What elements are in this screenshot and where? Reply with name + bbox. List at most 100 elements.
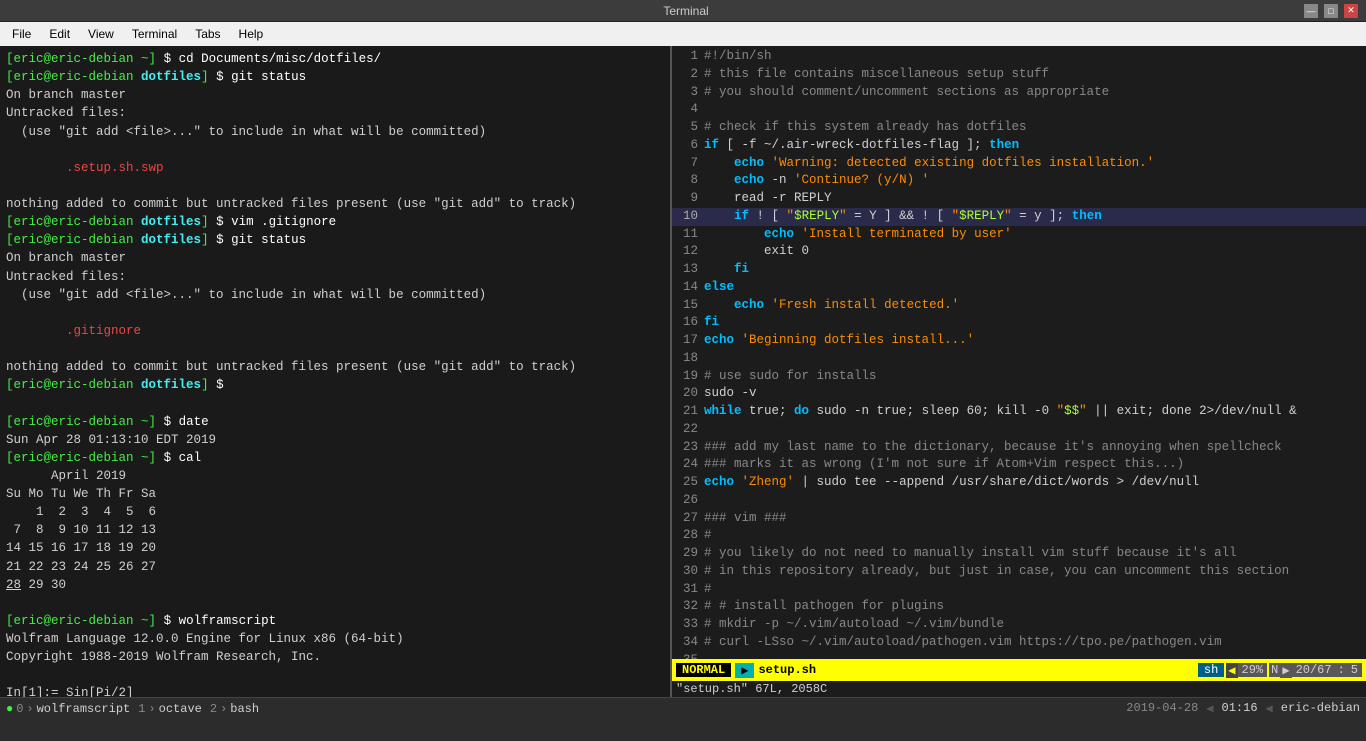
vim-line-3: 3 # you should comment/uncomment section… xyxy=(672,84,1366,102)
status-arrow-1: › xyxy=(26,702,33,716)
terminal-blank xyxy=(6,141,664,159)
line-content: # mkdir -p ~/.vim/autoload ~/.vim/bundle xyxy=(704,616,1004,634)
line-number: 28 xyxy=(672,527,704,545)
line-number: 16 xyxy=(672,314,704,332)
vim-col: 5 xyxy=(1347,663,1362,677)
terminal-output: (use "git add <file>..." to include in w… xyxy=(6,286,664,304)
status-sep1: ◀ xyxy=(1206,701,1213,716)
line-content: # # install pathogen for plugins xyxy=(704,598,944,616)
vim-line-14: 14 else xyxy=(672,279,1366,297)
terminal-line: [eric@eric-debian dotfiles] $ vim .gitig… xyxy=(6,213,664,231)
line-number: 19 xyxy=(672,368,704,386)
vim-line-29: 29 # you likely do not need to manually … xyxy=(672,545,1366,563)
terminal-output: Untracked files: xyxy=(6,268,664,286)
terminal-line: [eric@eric-debian ~] $ date xyxy=(6,413,664,431)
status-bash[interactable]: bash xyxy=(230,702,259,716)
line-content: read -r REPLY xyxy=(704,190,832,208)
terminal-pane[interactable]: [eric@eric-debian ~] $ cd Documents/misc… xyxy=(0,46,672,697)
window-controls[interactable]: — □ ✕ xyxy=(1304,4,1358,18)
vim-line-9: 9 read -r REPLY xyxy=(672,190,1366,208)
line-number: 2 xyxy=(672,66,704,84)
vim-scroll-percent: 29% xyxy=(1238,663,1268,677)
vim-line-info: 20/67 xyxy=(1292,663,1336,677)
vim-arrow1: ▶ xyxy=(735,663,754,678)
vim-filetype: sh xyxy=(1198,663,1224,677)
line-number: 4 xyxy=(672,101,704,119)
menu-file[interactable]: File xyxy=(4,25,39,43)
line-content: while true; do sudo -n true; sleep 60; k… xyxy=(704,403,1297,421)
line-content: if ! [ "$REPLY" = Y ] && ! [ "$REPLY" = … xyxy=(704,208,1102,226)
menu-terminal[interactable]: Terminal xyxy=(124,25,185,43)
status-arrow-2: › xyxy=(148,702,155,716)
line-content: exit 0 xyxy=(704,243,809,261)
line-content: sudo -v xyxy=(704,385,757,403)
calendar-today: 28 xyxy=(6,578,21,592)
menu-edit[interactable]: Edit xyxy=(41,25,78,43)
terminal-output: April 2019 xyxy=(6,467,664,485)
window-title: Terminal xyxy=(68,4,1304,18)
vim-N-arrow: N xyxy=(1269,663,1280,677)
line-content: # in this repository already, but just i… xyxy=(704,563,1289,581)
vim-pane[interactable]: 1 #!/bin/sh 2 # this file contains misce… xyxy=(672,46,1366,697)
vim-line-1: 1 #!/bin/sh xyxy=(672,48,1366,66)
terminal-line: [eric@eric-debian ~] $ wolframscript xyxy=(6,612,664,630)
line-number: 29 xyxy=(672,545,704,563)
terminal-output: Wolfram Language 12.0.0 Engine for Linux… xyxy=(6,630,664,648)
menu-view[interactable]: View xyxy=(80,25,122,43)
close-button[interactable]: ✕ xyxy=(1344,4,1358,18)
line-number: 31 xyxy=(672,581,704,599)
vim-line-10: 10 if ! [ "$REPLY" = Y ] && ! [ "$REPLY"… xyxy=(672,208,1366,226)
line-number: 17 xyxy=(672,332,704,350)
line-number: 1 xyxy=(672,48,704,66)
vim-line-21: 21 while true; do sudo -n true; sleep 60… xyxy=(672,403,1366,421)
prompt-bracket: [ xyxy=(6,52,14,66)
line-number: 24 xyxy=(672,456,704,474)
line-content: echo 'Warning: detected existing dotfile… xyxy=(704,155,1154,173)
vim-line-18: 18 xyxy=(672,350,1366,368)
minimize-button[interactable]: — xyxy=(1304,4,1318,18)
terminal-statusbar: ● 0 › wolframscript 1 › octave 2 › bash … xyxy=(0,697,1366,719)
line-number: 8 xyxy=(672,172,704,190)
line-number: 12 xyxy=(672,243,704,261)
status-wolframscript[interactable]: wolframscript xyxy=(37,702,131,716)
status-octave[interactable]: octave xyxy=(159,702,202,716)
menu-tabs[interactable]: Tabs xyxy=(187,25,228,43)
terminal-output: 14 15 16 17 18 19 20 xyxy=(6,539,664,557)
prompt-bracket2: ] xyxy=(149,52,157,66)
line-content: ### marks it as wrong (I'm not sure if A… xyxy=(704,456,1184,474)
vim-line-33: 33 # mkdir -p ~/.vim/autoload ~/.vim/bun… xyxy=(672,616,1366,634)
line-content: ### vim ### xyxy=(704,510,787,528)
vim-line-31: 31 # xyxy=(672,581,1366,599)
line-number: 30 xyxy=(672,563,704,581)
line-content: fi xyxy=(704,261,749,279)
terminal-output: In[1]:= Sin[Pi/2] xyxy=(6,684,664,697)
terminal-line: [eric@eric-debian ~] $ cal xyxy=(6,449,664,467)
line-content: # use sudo for installs xyxy=(704,368,877,386)
vim-line-17: 17 echo 'Beginning dotfiles install...' xyxy=(672,332,1366,350)
line-number: 23 xyxy=(672,439,704,457)
line-number: 3 xyxy=(672,84,704,102)
maximize-button[interactable]: □ xyxy=(1324,4,1338,18)
line-content: #!/bin/sh xyxy=(704,48,772,66)
line-number: 18 xyxy=(672,350,704,368)
vim-line-19: 19 # use sudo for installs xyxy=(672,368,1366,386)
prompt-host: eric@eric-debian ~ xyxy=(14,52,149,66)
line-number: 13 xyxy=(672,261,704,279)
line-content: # this file contains miscellaneous setup… xyxy=(704,66,1049,84)
status-tab-num-0: 0 xyxy=(16,702,23,716)
line-number: 27 xyxy=(672,510,704,528)
vim-line-15: 15 echo 'Fresh install detected.' xyxy=(672,297,1366,315)
terminal-output: Untracked files: xyxy=(6,104,664,122)
terminal-blank xyxy=(6,394,664,412)
line-number: 34 xyxy=(672,634,704,652)
vim-line-26: 26 xyxy=(672,492,1366,510)
terminal-blank xyxy=(6,177,664,195)
terminal-line: [eric@eric-debian dotfiles] $ git status xyxy=(6,68,664,86)
menu-help[interactable]: Help xyxy=(231,25,272,43)
vim-line-30: 30 # in this repository already, but jus… xyxy=(672,563,1366,581)
vim-line-24: 24 ### marks it as wrong (I'm not sure i… xyxy=(672,456,1366,474)
prompt-dollar: $ cd Documents/misc/dotfiles/ xyxy=(156,52,381,66)
titlebar: Terminal — □ ✕ xyxy=(0,0,1366,22)
vim-line-8: 8 echo -n 'Continue? (y/N) ' xyxy=(672,172,1366,190)
line-number: 6 xyxy=(672,137,704,155)
